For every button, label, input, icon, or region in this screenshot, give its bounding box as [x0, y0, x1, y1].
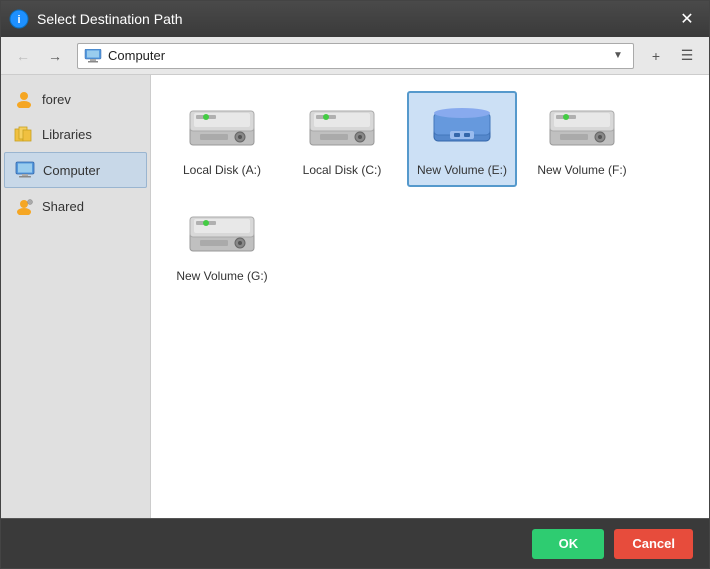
drive-icon-g	[186, 207, 258, 263]
sidebar-item-libraries[interactable]: Libraries	[4, 117, 147, 151]
forward-button[interactable]: →	[41, 43, 69, 69]
file-label-vol-g: New Volume (G:)	[176, 269, 267, 283]
close-button[interactable]: ✕	[673, 5, 701, 33]
svg-text:i: i	[17, 14, 20, 26]
file-item-vol-g[interactable]: New Volume (G:)	[167, 197, 277, 293]
sidebar-item-computer[interactable]: Computer	[4, 152, 147, 188]
main-content: forev Libraries	[1, 75, 709, 518]
title-bar: i Select Destination Path ✕	[1, 1, 709, 37]
sidebar-item-forev-label: forev	[42, 92, 71, 107]
sidebar-item-libraries-label: Libraries	[42, 127, 92, 142]
back-button[interactable]: ←	[9, 43, 37, 69]
drive-icon-e	[426, 101, 498, 157]
user-icon	[14, 90, 34, 108]
drive-icon-c	[306, 101, 378, 157]
library-icon	[14, 125, 34, 143]
dialog-title: Select Destination Path	[37, 11, 673, 27]
file-item-vol-f[interactable]: New Volume (F:)	[527, 91, 637, 187]
file-label-local-c: Local Disk (C:)	[303, 163, 382, 177]
sidebar-item-computer-label: Computer	[43, 163, 100, 178]
computer-sidebar-icon	[15, 161, 35, 179]
drive-icon-a	[186, 101, 258, 157]
file-grid: Local Disk (A:)	[167, 91, 693, 293]
sidebar-item-shared-label: Shared	[42, 199, 84, 214]
address-text: Computer	[108, 48, 603, 63]
address-bar: Computer ▼	[77, 43, 634, 69]
file-label-vol-e: New Volume (E:)	[417, 163, 507, 177]
file-label-vol-f: New Volume (F:)	[537, 163, 626, 177]
sidebar: forev Libraries	[1, 75, 151, 518]
computer-icon	[84, 49, 102, 63]
sidebar-item-shared[interactable]: Shared	[4, 189, 147, 223]
ok-button[interactable]: OK	[532, 529, 604, 559]
toolbar: ← → Computer ▼ + ☰	[1, 37, 709, 75]
file-item-local-c[interactable]: Local Disk (C:)	[287, 91, 397, 187]
address-dropdown-button[interactable]: ▼	[609, 47, 627, 65]
file-item-local-a[interactable]: Local Disk (A:)	[167, 91, 277, 187]
file-grid-area: Local Disk (A:)	[151, 75, 709, 518]
file-item-vol-e[interactable]: New Volume (E:)	[407, 91, 517, 187]
shared-icon	[14, 197, 34, 215]
cancel-button[interactable]: Cancel	[614, 529, 693, 559]
app-icon: i	[9, 9, 29, 29]
toolbar-right-buttons: + ☰	[642, 43, 701, 69]
new-folder-button[interactable]: +	[642, 43, 670, 69]
view-toggle-button[interactable]: ☰	[673, 43, 701, 69]
sidebar-item-forev[interactable]: forev	[4, 82, 147, 116]
drive-icon-f	[546, 101, 618, 157]
bottom-bar: OK Cancel	[1, 518, 709, 568]
dialog: i Select Destination Path ✕ ← → Computer…	[0, 0, 710, 569]
file-label-local-a: Local Disk (A:)	[183, 163, 261, 177]
